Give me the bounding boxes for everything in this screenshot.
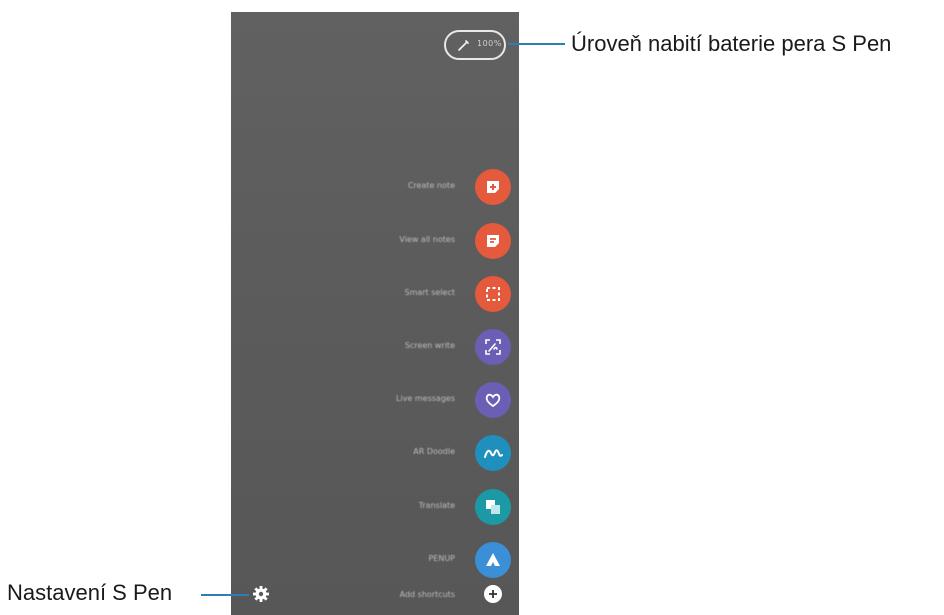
plus-icon [489, 590, 497, 598]
menu-item-label: AR Doodle [413, 447, 455, 456]
pen-battery-indicator: 100% [444, 30, 506, 60]
menu-item-label: Create note [407, 181, 455, 190]
air-command-screen: 100% Create note View all notes Smart se… [231, 12, 519, 615]
menu-item-screen-write[interactable]: Screen write [231, 327, 519, 367]
battery-callout-label: Úroveň nabití baterie pera S Pen [571, 31, 892, 56]
add-shortcuts-label: Add shortcuts [399, 590, 455, 599]
translate-icon [475, 489, 511, 525]
menu-item-create-note[interactable]: Create note [231, 167, 519, 207]
menu-item-ar-doodle[interactable]: AR Doodle [231, 433, 519, 473]
menu-item-translate[interactable]: Translate [231, 487, 519, 527]
menu-item-live-messages[interactable]: Live messages [231, 380, 519, 420]
notes-list-icon [475, 223, 511, 259]
settings-leader-line [201, 594, 249, 596]
smart-select-icon [475, 276, 511, 312]
menu-item-label: Screen write [404, 341, 455, 350]
note-plus-icon [475, 169, 511, 205]
heart-icon [475, 382, 511, 418]
screen-write-icon [475, 329, 511, 365]
battery-level-text: 100% [477, 39, 502, 48]
battery-leader-line [508, 43, 565, 45]
menu-item-view-all-notes[interactable]: View all notes [231, 221, 519, 261]
menu-item-label: View all notes [399, 235, 455, 244]
menu-item-smart-select[interactable]: Smart select [231, 274, 519, 314]
menu-item-label: Translate [418, 501, 455, 510]
penup-icon [475, 542, 511, 578]
pen-icon [458, 40, 469, 51]
add-shortcut-button[interactable] [484, 585, 502, 603]
menu-item-label: Live messages [396, 394, 455, 403]
menu-item-label: Smart select [404, 288, 455, 297]
menu-item-penup[interactable]: PENUP [231, 540, 519, 580]
menu-item-label: PENUP [428, 554, 455, 563]
settings-callout-label: Nastavení S Pen [7, 580, 173, 605]
settings-gear-icon[interactable] [252, 585, 270, 603]
doodle-icon [475, 435, 511, 471]
